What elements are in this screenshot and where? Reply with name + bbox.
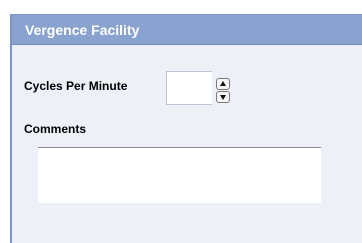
stepper-down-button[interactable] — [216, 91, 230, 103]
panel-header: Vergence Facility — [12, 15, 362, 45]
comments-label: Comments — [24, 122, 87, 136]
page: Vergence Facility Cycles Per Minute Comm… — [0, 0, 362, 243]
stepper-up-button[interactable] — [216, 78, 230, 90]
triangle-up-icon — [220, 81, 226, 86]
comments-textarea[interactable] — [38, 147, 321, 203]
cycles-per-minute-input[interactable] — [166, 71, 212, 105]
cycles-per-minute-label: Cycles Per Minute — [24, 79, 128, 93]
triangle-down-icon — [220, 95, 226, 100]
vergence-facility-panel: Vergence Facility Cycles Per Minute Comm… — [10, 14, 362, 243]
panel-title: Vergence Facility — [25, 22, 140, 38]
cycles-per-minute-stepper[interactable] — [216, 78, 230, 104]
